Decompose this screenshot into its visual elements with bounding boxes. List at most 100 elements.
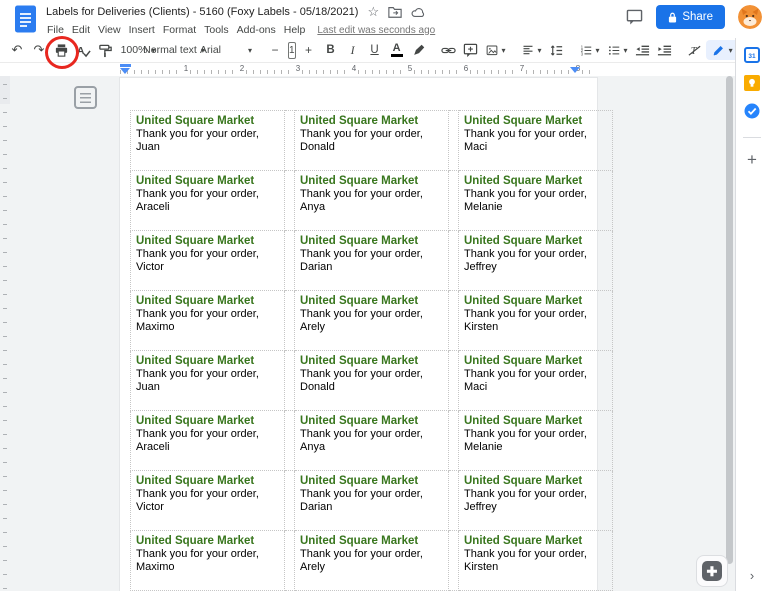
label-cell[interactable]: United Square MarketThank you for your o…: [295, 531, 449, 591]
side-panel: 31 + ›: [735, 38, 768, 591]
star-icon[interactable]: ☆: [367, 6, 379, 18]
menu-addons[interactable]: Add-ons: [233, 23, 280, 37]
label-spacer-cell: [449, 531, 459, 591]
increase-indent-button[interactable]: [655, 40, 675, 60]
menu-file[interactable]: File: [43, 23, 68, 37]
label-recipient-name: Maximo: [136, 561, 282, 574]
underline-button[interactable]: U: [365, 40, 385, 60]
google-keep-icon[interactable]: [744, 75, 760, 91]
label-cell[interactable]: United Square MarketThank you for your o…: [131, 531, 285, 591]
menu-insert[interactable]: Insert: [125, 23, 159, 37]
paragraph-style-select[interactable]: Normal text▾: [161, 40, 187, 60]
insert-comment-button[interactable]: [461, 40, 481, 60]
label-recipient-name: Maci: [464, 381, 610, 394]
align-button[interactable]: ▾: [519, 40, 545, 60]
label-thanks-line: Thank you for your order,: [300, 368, 446, 381]
label-cell[interactable]: United Square MarketThank you for your o…: [459, 291, 613, 351]
label-cell[interactable]: United Square MarketThank you for your o…: [295, 351, 449, 411]
paint-format-button[interactable]: [95, 40, 115, 60]
font-size-input[interactable]: 1: [288, 42, 296, 59]
spell-check-button[interactable]: A: [73, 40, 93, 60]
label-company-name: United Square Market: [136, 234, 282, 248]
font-select[interactable]: Arial▾: [197, 40, 255, 60]
text-color-button[interactable]: A: [387, 40, 407, 60]
document-page[interactable]: United Square Market Thank you for your o…: [120, 78, 597, 591]
label-cell[interactable]: United Square MarketThank you for your o…: [295, 111, 449, 171]
label-cell[interactable]: United Square MarketThank you for your o…: [295, 291, 449, 351]
font-size-increase-button[interactable]: +: [299, 40, 319, 60]
label-cell[interactable]: United Square MarketThank you for your o…: [295, 411, 449, 471]
italic-button[interactable]: I: [343, 40, 363, 60]
bulleted-list-button[interactable]: ▾: [605, 40, 631, 60]
numbered-list-button[interactable]: 123 ▾: [577, 40, 603, 60]
left-indent-marker[interactable]: [120, 64, 132, 74]
label-spacer-cell: [285, 291, 295, 351]
label-company-name: United Square Market: [464, 234, 610, 248]
label-company-name: United Square Market: [464, 114, 610, 128]
right-indent-marker[interactable]: [570, 67, 580, 73]
share-button[interactable]: Share: [656, 5, 725, 29]
explore-button[interactable]: ✚: [696, 555, 728, 587]
label-company-name: United Square Market: [136, 474, 282, 488]
svg-text:31: 31: [748, 53, 756, 60]
google-docs-icon[interactable]: [14, 5, 37, 33]
open-comments-icon[interactable]: [626, 9, 643, 25]
move-folder-icon[interactable]: [388, 6, 402, 18]
pencil-icon: [712, 44, 725, 57]
label-cell[interactable]: United Square MarketThank you for your o…: [459, 531, 613, 591]
label-cell[interactable]: United Square MarketThank you for your o…: [131, 231, 285, 291]
add-addon-button[interactable]: +: [747, 152, 757, 168]
document-outline-icon[interactable]: [74, 86, 97, 109]
label-cell[interactable]: United Square MarketThank you for your o…: [459, 171, 613, 231]
editing-mode-button[interactable]: ▾: [706, 40, 739, 60]
label-recipient-name: Arely: [300, 321, 446, 334]
print-button[interactable]: [51, 40, 71, 60]
label-cell[interactable]: United Square MarketThank you for your o…: [131, 471, 285, 531]
label-company-name: United Square Market: [464, 534, 610, 548]
cloud-status-icon[interactable]: [411, 7, 425, 18]
menu-format[interactable]: Format: [159, 23, 200, 37]
label-cell[interactable]: United Square MarketThank you for your o…: [459, 111, 613, 171]
bold-button[interactable]: B: [321, 40, 341, 60]
menu-tools[interactable]: Tools: [200, 23, 233, 37]
label-cell[interactable]: United Square MarketThank you for your o…: [459, 471, 613, 531]
label-cell[interactable]: United Square MarketThank you for your o…: [131, 111, 285, 171]
label-cell[interactable]: United Square MarketThank you for your o…: [131, 351, 285, 411]
chevron-down-icon: ▾: [596, 46, 600, 55]
label-cell[interactable]: United Square MarketThank you for your o…: [131, 171, 285, 231]
label-thanks-line: Thank you for your order,: [464, 548, 610, 561]
last-edit-link[interactable]: Last edit was seconds ago: [317, 25, 435, 36]
google-calendar-icon[interactable]: 31: [744, 47, 760, 63]
label-cell[interactable]: United Square MarketThank you for your o…: [131, 291, 285, 351]
insert-image-button[interactable]: ▾: [483, 40, 509, 60]
label-cell[interactable]: United Square MarketThank you for your o…: [295, 231, 449, 291]
font-size-decrease-button[interactable]: −: [265, 40, 285, 60]
label-row: United Square MarketThank you for your o…: [131, 111, 613, 171]
label-cell[interactable]: United Square MarketThank you for your o…: [295, 171, 449, 231]
line-spacing-button[interactable]: [547, 40, 567, 60]
label-cell[interactable]: United Square MarketThank you for your o…: [459, 231, 613, 291]
menu-help[interactable]: Help: [280, 23, 310, 37]
redo-button[interactable]: ↷: [29, 40, 49, 60]
decrease-indent-button[interactable]: [633, 40, 653, 60]
insert-link-button[interactable]: [439, 40, 459, 60]
label-company-name: United Square Market: [136, 174, 282, 188]
menu-edit[interactable]: Edit: [68, 23, 94, 37]
hide-side-panel-chevron[interactable]: ›: [736, 568, 768, 583]
clear-formatting-button[interactable]: T: [685, 40, 705, 60]
label-cell[interactable]: United Square MarketThank you for your o…: [295, 471, 449, 531]
doc-title[interactable]: Labels for Deliveries (Clients) - 5160 (…: [46, 6, 358, 18]
label-cell[interactable]: United Square MarketThank you for your o…: [459, 351, 613, 411]
google-tasks-icon[interactable]: [744, 103, 760, 119]
label-cell[interactable]: United Square MarketThank you for your o…: [131, 411, 285, 471]
label-company-name: United Square Market: [300, 114, 446, 128]
undo-button[interactable]: ↶: [7, 40, 27, 60]
highlight-color-button[interactable]: [409, 40, 429, 60]
menu-view[interactable]: View: [94, 23, 125, 37]
label-company-name: United Square Market: [136, 354, 282, 368]
vertical-scrollbar[interactable]: [726, 76, 733, 564]
label-cell[interactable]: United Square MarketThank you for your o…: [459, 411, 613, 471]
label-recipient-name: Darian: [300, 261, 446, 274]
account-avatar[interactable]: [738, 5, 762, 29]
horizontal-ruler[interactable]: 12345678: [0, 62, 736, 76]
